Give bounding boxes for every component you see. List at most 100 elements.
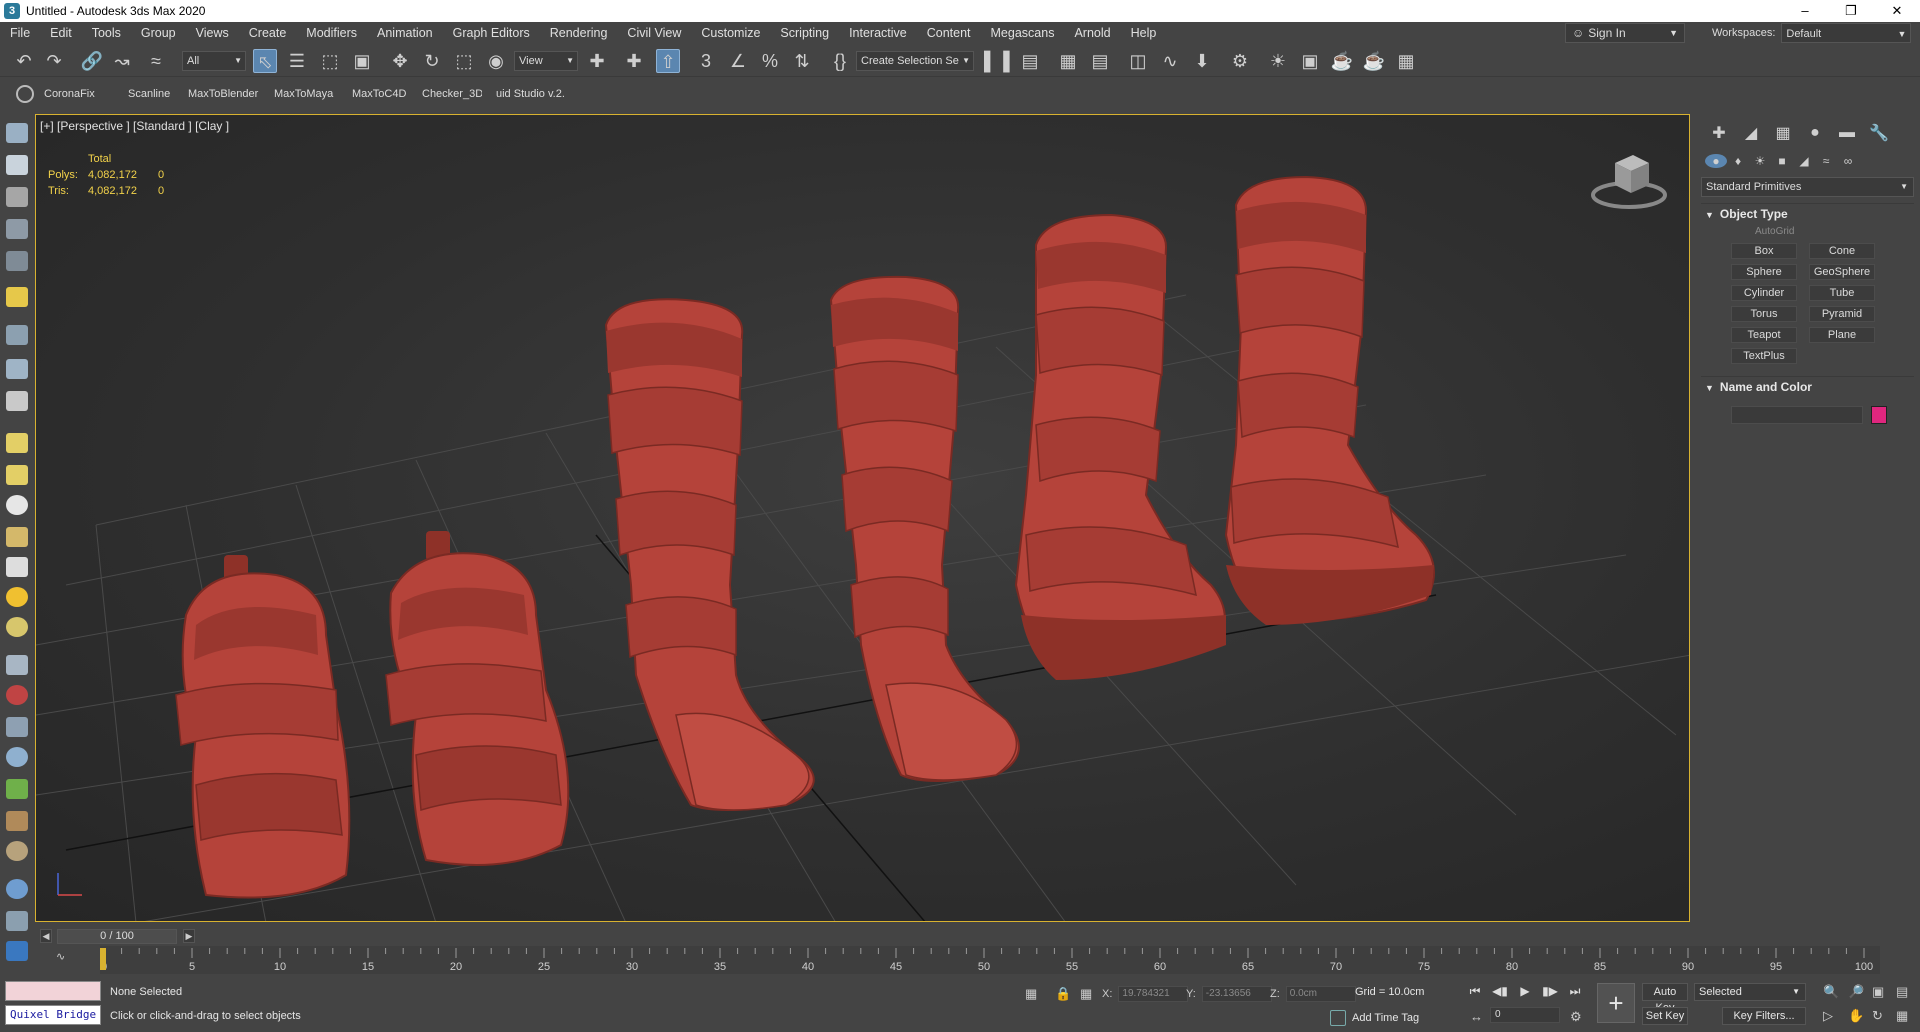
render-icon[interactable]: ☕ (1362, 49, 1386, 73)
tools-icon[interactable] (6, 911, 28, 931)
textplus-button[interactable]: TextPlus (1731, 348, 1797, 364)
menu-group[interactable]: Group (131, 22, 186, 44)
next-frame-icon[interactable]: ▮▶ (1540, 984, 1560, 998)
hierarchy-tab-icon[interactable]: ▦ (1767, 123, 1799, 143)
time-slider-prev-button[interactable]: ◀ (40, 929, 52, 943)
set-key-button[interactable]: Set Key (1642, 1007, 1688, 1025)
viewcube-icon[interactable] (1589, 145, 1669, 215)
teapot-icon[interactable] (6, 123, 28, 143)
x-input[interactable]: 19.784321 (1118, 986, 1189, 1002)
tv-icon[interactable] (6, 187, 28, 207)
menu-interactive[interactable]: Interactive (839, 22, 917, 44)
cone-button[interactable]: Cone (1809, 243, 1875, 259)
select-manipulate-icon[interactable]: ✚ (622, 49, 646, 73)
sun-icon[interactable] (6, 587, 28, 607)
menu-tools[interactable]: Tools (82, 22, 131, 44)
grid-icon[interactable] (6, 325, 28, 345)
plane-icon[interactable] (6, 433, 28, 453)
curve-editor-mini-icon[interactable]: ∿ (56, 950, 65, 963)
motion-tab-icon[interactable]: ● (1799, 124, 1831, 142)
lock-icon[interactable]: 🔒 (1055, 986, 1071, 1002)
plugin-maxtoc4d[interactable]: MaxToC4D (352, 88, 408, 100)
selection-set-dropdown[interactable]: Selected ▼ (1694, 983, 1806, 1001)
modify-tab-icon[interactable]: ◢ (1735, 123, 1767, 143)
sphere-button[interactable]: Sphere (1731, 264, 1797, 280)
go-to-start-icon[interactable]: ⏮ (1465, 984, 1485, 999)
name-color-rollout[interactable]: ▼ Name and Color (1701, 376, 1914, 396)
render-window-icon[interactable] (6, 941, 28, 961)
dome-icon[interactable] (6, 465, 28, 485)
geosphere-button[interactable]: GeoSphere (1809, 264, 1875, 280)
ref-coord-dropdown[interactable]: View ▼ (514, 51, 578, 71)
pan-icon[interactable]: ✋ (1848, 1008, 1864, 1024)
menu-modifiers[interactable]: Modifiers (296, 22, 367, 44)
pivot-icon[interactable]: ✚ (585, 49, 609, 73)
scene-explorer-icon[interactable]: ▦ (1056, 49, 1080, 73)
render-setup-icon[interactable]: ▣ (1298, 49, 1322, 73)
menu-arnold[interactable]: Arnold (1064, 22, 1120, 44)
zoom-extents-all-icon[interactable]: ▤ (1896, 984, 1908, 1000)
torus-icon[interactable] (6, 617, 28, 637)
menu-civil-view[interactable]: Civil View (617, 22, 691, 44)
isolate-icon[interactable]: ▦ (1025, 986, 1037, 1002)
mirror-icon[interactable]: ▌▐ (984, 49, 1010, 73)
viewport-label[interactable]: [+] [Perspective ] [Standard ] [Clay ] (40, 119, 229, 133)
render-frame-icon[interactable]: ☕ (1330, 49, 1354, 73)
helpers-icon[interactable]: ◢ (1793, 154, 1815, 168)
ribbon-icon[interactable]: ◫ (1126, 49, 1150, 73)
torus-button[interactable]: Torus (1731, 306, 1797, 322)
percent-snap-icon[interactable]: % (758, 49, 782, 73)
workspace-dropdown[interactable]: Default ▼ (1781, 23, 1912, 43)
particles-icon[interactable] (6, 655, 28, 675)
named-selection-dropdown[interactable]: Create Selection Se ▼ (856, 51, 974, 71)
plugin-gear-icon[interactable] (16, 85, 34, 103)
menu-customize[interactable]: Customize (691, 22, 770, 44)
key-filters-button[interactable]: Key Filters... (1722, 1007, 1806, 1025)
spacewarps-icon[interactable]: ≈ (1815, 154, 1837, 168)
close-button[interactable]: ✕ (1874, 0, 1920, 22)
angle-snap-icon[interactable]: ∠ (726, 49, 750, 73)
undo-icon[interactable]: ↶ (12, 49, 36, 73)
cone-icon[interactable] (6, 557, 28, 577)
unlink-icon[interactable]: ↝ (110, 49, 134, 73)
track-bar[interactable]: ∿ 05101520253035404550556065707580859095… (40, 946, 1900, 974)
pyramid-button[interactable]: Pyramid (1809, 306, 1875, 322)
scale-icon[interactable]: ⬚ (452, 49, 476, 73)
maximize-viewport-icon[interactable]: ▦ (1896, 1008, 1908, 1024)
spinner-snap-icon[interactable]: ⇅ (790, 49, 814, 73)
time-slider-next-button[interactable]: ▶ (183, 929, 195, 943)
shell-icon[interactable] (6, 841, 28, 861)
align-icon[interactable]: ▤ (1018, 49, 1042, 73)
lightbulb-icon[interactable] (6, 287, 28, 307)
redo-icon[interactable]: ↷ (42, 49, 66, 73)
teapot-button[interactable]: Teapot (1731, 327, 1797, 343)
selection-filter-dropdown[interactable]: All ▼ (182, 51, 246, 71)
select-by-name-icon[interactable]: ☰ (285, 49, 309, 73)
object-color-swatch[interactable] (1871, 406, 1887, 424)
time-slider-thumb[interactable]: 0 / 100 (57, 929, 177, 944)
plugin-scanline[interactable]: Scanline (128, 88, 174, 100)
object-type-rollout[interactable]: ▼ Object Type (1701, 203, 1914, 223)
shapes-icon[interactable]: ♦ (1727, 154, 1749, 168)
minimize-button[interactable]: – (1782, 0, 1828, 22)
key-mode-icon[interactable]: ↔ (1470, 1009, 1483, 1024)
cylinder-button[interactable]: Cylinder (1731, 285, 1797, 301)
cloud-icon[interactable] (6, 155, 28, 175)
bowl-icon[interactable] (6, 527, 28, 547)
plugin-coronafix[interactable]: CoronaFix (44, 88, 114, 100)
document-icon[interactable] (6, 219, 28, 239)
layer-icon[interactable]: ▤ (1088, 49, 1112, 73)
display-tab-icon[interactable]: ▬ (1831, 124, 1863, 142)
curve-editor-icon[interactable]: ∿ (1158, 49, 1182, 73)
plugin-checker3d[interactable]: Checker_3D (422, 88, 482, 100)
material-ball-icon[interactable] (6, 685, 28, 705)
scatter-icon[interactable] (6, 717, 28, 737)
geometry-icon[interactable]: ● (1705, 154, 1727, 168)
dope-sheet-icon[interactable]: ⬇ (1190, 49, 1214, 73)
snap-icon[interactable]: 3 (694, 49, 718, 73)
menu-megascans[interactable]: Megascans (981, 22, 1065, 44)
edit-named-sel-icon[interactable]: {} (828, 49, 852, 73)
set-key-big-button[interactable]: + (1597, 983, 1635, 1023)
plane-button[interactable]: Plane (1809, 327, 1875, 343)
quixel-bridge-field[interactable]: Quixel Bridge (5, 1005, 101, 1025)
